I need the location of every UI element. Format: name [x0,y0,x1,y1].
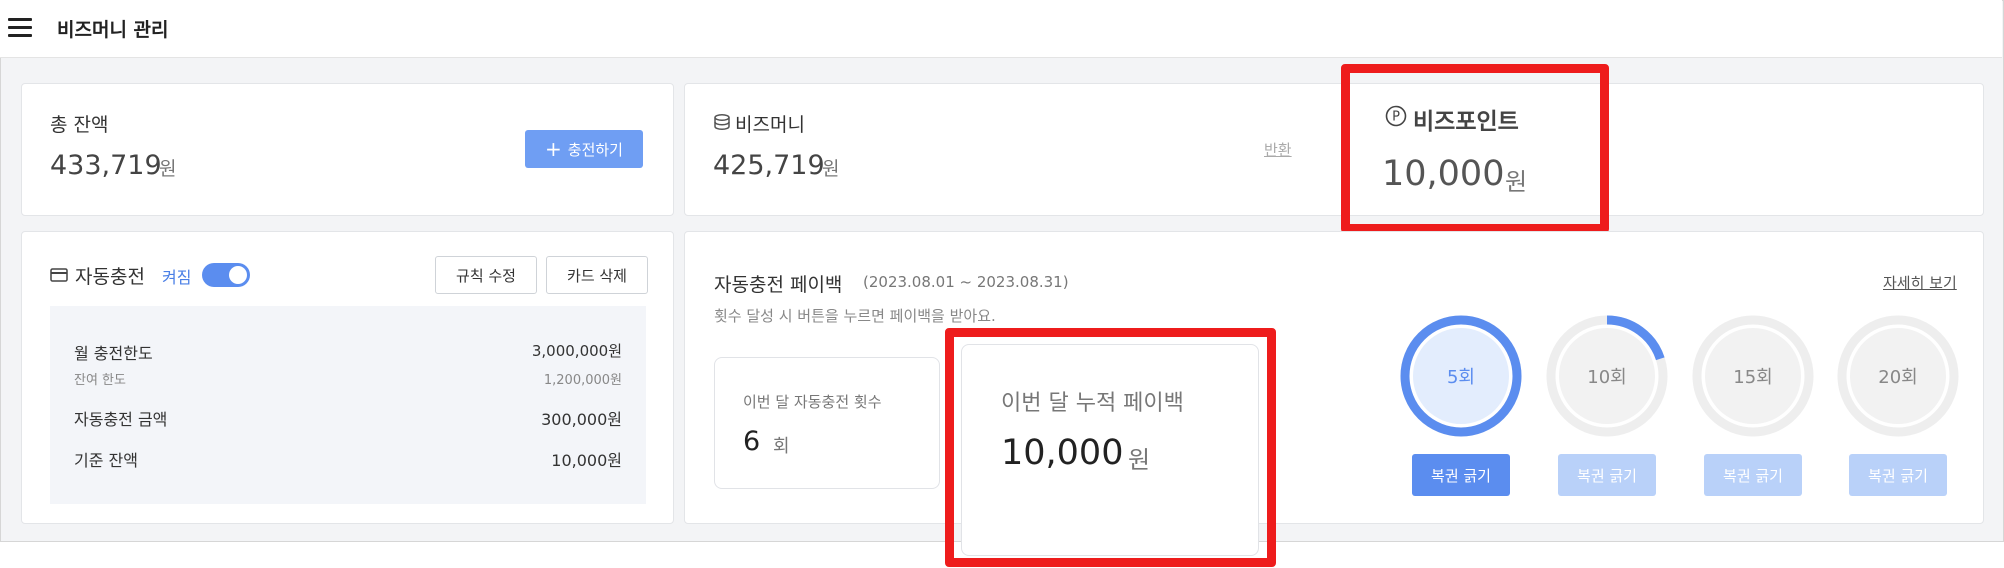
auto-charge-card: 자동충전 켜짐 규칙 수정 카드 삭제 월 충전한도 3,000,000원 잔여… [21,231,674,524]
bizmoney-card: 비즈머니 425,719 원 반환 P 비즈포인트 10,000 원 [684,83,1984,216]
total-balance-card: 총 잔액 433,719 원 + 충전하기 [21,83,674,216]
milestone-ring: 5회 [1399,314,1523,438]
top-bar: 비즈머니 관리 [0,0,2002,58]
lottery-scratch-button[interactable]: 복권 긁기 [1558,454,1656,496]
auto-charge-toggle[interactable] [202,263,250,287]
milestone-ring: 15회 [1691,314,1815,438]
delete-card-button[interactable]: 카드 삭제 [546,256,648,294]
lottery-scratch-button[interactable]: 복권 긁기 [1704,454,1802,496]
payback-description: 횟수 달성 시 버튼을 누르면 페이백을 받아요. [714,307,996,325]
credit-card-icon [50,267,68,286]
milestone-label: 10회 [1587,367,1627,388]
charge-count-card: 이번 달 자동충전 횟수 6 회 [714,357,940,489]
charge-amount-label: 자동충전 금액 [74,410,168,429]
edit-rule-button[interactable]: 규칙 수정 [435,256,537,294]
auto-charge-title: 자동충전 [75,266,145,288]
auto-charge-status: 켜짐 [162,268,192,287]
page-title: 비즈머니 관리 [57,19,169,41]
payback-card: 자동충전 페이백 (2023.08.01 ~ 2023.08.31) 횟수 달성… [684,231,1984,556]
highlight-box [1341,64,1609,233]
monthly-limit-value: 3,000,000원 [531,342,622,360]
refund-link[interactable]: 반환 [1264,139,1292,160]
milestone-label: 15회 [1733,367,1773,388]
milestone-ring: 20회 [1836,314,1960,438]
highlight-box [945,328,1276,567]
toggle-knob [229,266,247,284]
base-balance-value: 10,000원 [551,451,622,470]
details-link[interactable]: 자세히 보기 [1883,272,1957,293]
bizmoney-unit: 원 [822,158,840,180]
charge-count-label: 이번 달 자동충전 횟수 [743,393,882,411]
lottery-scratch-button[interactable]: 복권 긁기 [1412,454,1510,496]
milestone-ring: 10회 [1545,314,1669,438]
total-balance-unit: 원 [159,158,177,180]
lottery-scratch-button[interactable]: 복권 긁기 [1849,454,1947,496]
base-balance-label: 기준 잔액 [74,451,138,470]
milestone-label: 20회 [1878,367,1918,388]
bizmoney-amount: 425,719 [713,150,825,181]
hamburger-icon[interactable] [8,18,32,38]
charge-button-label: 충전하기 [567,140,623,159]
remaining-limit-value: 1,200,000원 [543,373,622,388]
total-balance-label: 총 잔액 [50,114,109,136]
remaining-limit-label: 잔여 한도 [74,373,126,388]
monthly-limit-label: 월 충전한도 [74,344,153,363]
total-balance-amount: 433,719 [50,150,162,181]
payback-period: (2023.08.01 ~ 2023.08.31) [863,273,1069,291]
milestone-label: 5회 [1446,367,1475,388]
bizmoney-label: 비즈머니 [735,114,805,136]
charge-count-unit: 회 [773,436,790,457]
coin-stack-icon [713,113,731,135]
auto-charge-rules: 월 충전한도 3,000,000원 잔여 한도 1,200,000원 자동충전 … [50,306,646,504]
charge-button[interactable]: + 충전하기 [525,130,643,168]
plus-icon: + [545,137,562,161]
payback-title: 자동충전 페이백 [714,274,843,296]
charge-count-value: 6 [743,426,761,457]
charge-amount-value: 300,000원 [541,410,622,429]
